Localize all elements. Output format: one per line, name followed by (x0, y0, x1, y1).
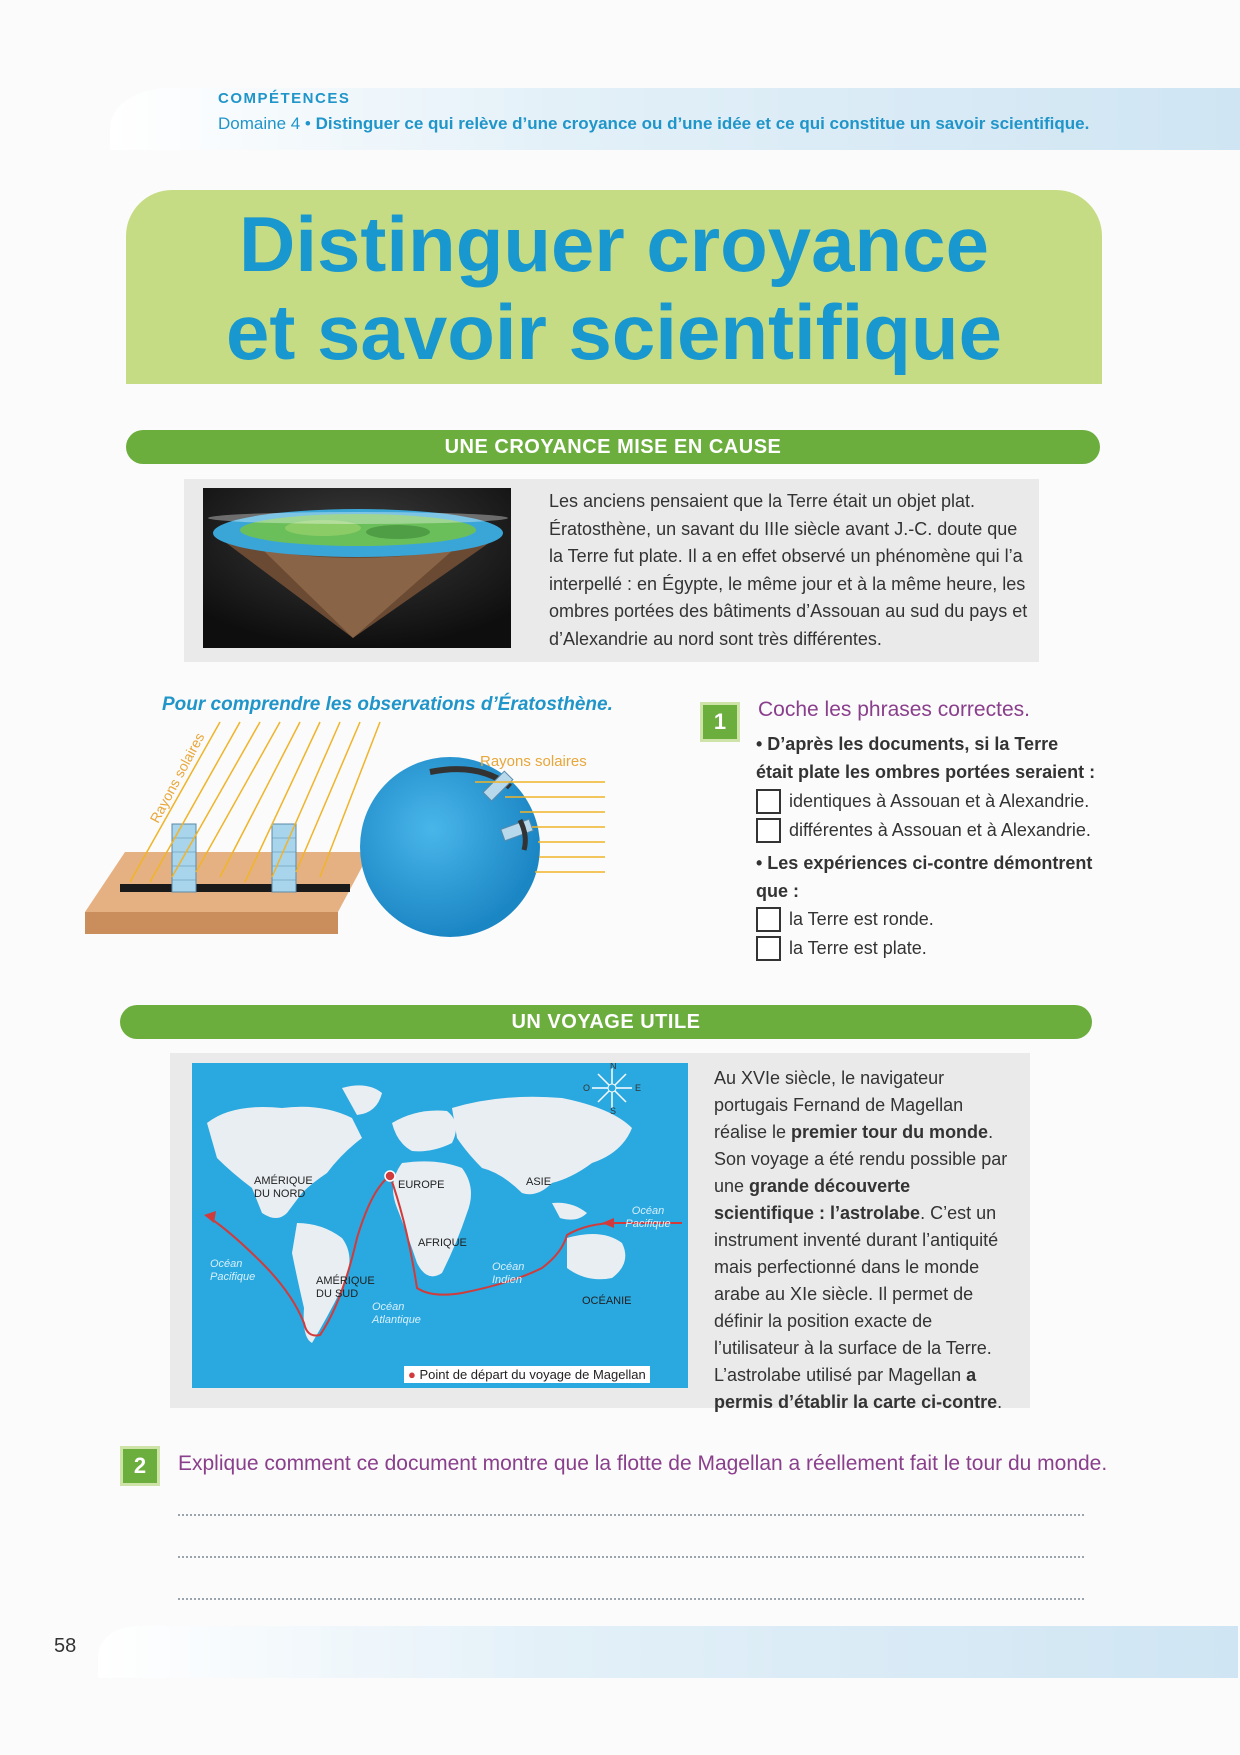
option-identiques-label: identiques à Assouan et à Alexandrie. (789, 791, 1090, 811)
label-oceania: OCÉANIE (582, 1295, 632, 1307)
exercise-1-number: 1 (700, 702, 740, 742)
compass-s: S (610, 1106, 617, 1116)
flat-earth-image (203, 488, 511, 648)
page-number: 58 (54, 1635, 77, 1657)
compass-n: N (610, 1063, 617, 1071)
exercise-1-question-2: • Les expériences ci-contre démontrent q… (756, 853, 1093, 901)
option-plate-label: la Terre est plate. (789, 938, 927, 958)
checkbox-differentes[interactable] (756, 817, 781, 843)
option-ronde-label: la Terre est ronde. (789, 909, 934, 929)
checkbox-identiques[interactable] (756, 788, 781, 814)
world-map: N S E O AMÉRIQUE DU NORD AMÉRIQUE DU SUD… (192, 1063, 688, 1388)
option-ronde[interactable]: la Terre est ronde. (756, 905, 934, 933)
label-atlantic: Océan Atlantique (372, 1301, 421, 1326)
doc2-text-part-3: . C’est un instrument inventé durant l’a… (714, 1203, 999, 1385)
answer-line-3[interactable] (178, 1598, 1084, 1600)
map-legend: ● Point de départ du voyage de Magellan (404, 1366, 650, 1383)
title-line-1: Distinguer croyance (239, 200, 989, 288)
option-differentes[interactable]: différentes à Assouan et à Alexandrie. (756, 816, 1091, 844)
label-asia: ASIE (526, 1176, 552, 1188)
label-indian: Océan Indien (492, 1261, 525, 1286)
exercise-1-title: Coche les phrases correctes. (758, 698, 1030, 721)
section-bar-label: UNE CROYANCE MISE EN CAUSE (444, 436, 782, 458)
checkbox-plate[interactable] (756, 935, 781, 961)
section-bar-voyage: UN VOYAGE UTILE (120, 1005, 1092, 1039)
label-africa: AFRIQUE (418, 1237, 467, 1249)
checkbox-ronde[interactable] (756, 906, 781, 932)
domain-label: Domaine 4 • (218, 114, 311, 133)
domain-text: Distinguer ce qui relève d’une croyance … (315, 114, 1090, 133)
map-legend-label: Point de départ du voyage de Magellan (419, 1367, 646, 1382)
doc2-bold-1: premier tour du monde (791, 1122, 989, 1142)
exercise-2-title: Explique comment ce document montre que … (178, 1452, 1108, 1475)
answer-line-2[interactable] (178, 1556, 1084, 1558)
compass-e: E (635, 1083, 642, 1093)
label-pacific-left: Océan Pacifique (210, 1258, 256, 1283)
label-pacific-right: Océan Pacifique (625, 1205, 671, 1230)
page-title: Distinguer croyance et savoir scientifiq… (126, 200, 1102, 376)
section-bar-label-2: UN VOYAGE UTILE (511, 1011, 701, 1033)
eratosthenes-illustration: Rayons solaires Rayons solaires (80, 712, 700, 962)
rays-label-right: Rayons solaires (480, 753, 587, 770)
label-north-america: AMÉRIQUE DU NORD (254, 1175, 313, 1200)
document-2-text: Au XVIe siècle, le navigateur portugais … (714, 1065, 1014, 1416)
label-europe: EUROPE (398, 1179, 445, 1191)
label-south-america: AMÉRIQUE DU SUD (316, 1275, 375, 1300)
legend-dot-icon: ● (408, 1367, 416, 1382)
exercise-2-number: 2 (120, 1446, 160, 1486)
doc2-text-part-4: . (997, 1392, 1003, 1412)
exercise-1-question-1: • D’après les documents, si la Terre éta… (756, 734, 1096, 782)
domain-line: Domaine 4 • Distinguer ce qui relève d’u… (218, 114, 1089, 134)
answer-line-1[interactable] (178, 1514, 1084, 1516)
title-line-2: et savoir scientifique (226, 288, 1002, 376)
option-identiques[interactable]: identiques à Assouan et à Alexandrie. (756, 787, 1089, 815)
option-differentes-label: différentes à Assouan et à Alexandrie. (789, 820, 1091, 840)
section-bar-croyance: UNE CROYANCE MISE EN CAUSE (126, 430, 1100, 464)
option-plate[interactable]: la Terre est plate. (756, 934, 927, 962)
document-1-text: Les anciens pensaient que la Terre était… (549, 491, 1028, 649)
rays-label-left: Rayons solaires (147, 730, 208, 825)
compass-o: O (583, 1083, 591, 1093)
footer-band (98, 1626, 1238, 1678)
competences-label: COMPÉTENCES (218, 90, 351, 107)
